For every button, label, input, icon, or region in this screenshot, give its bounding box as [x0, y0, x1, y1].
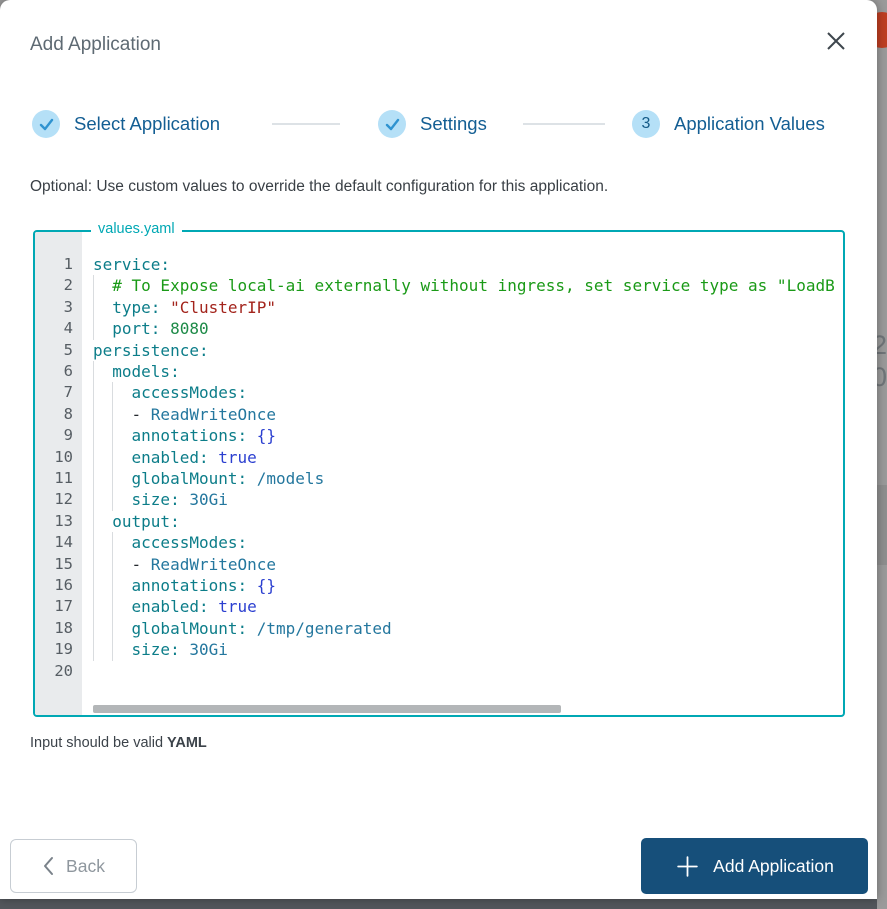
step-label-application-values: Application Values — [674, 113, 825, 135]
indent-guide — [93, 575, 94, 596]
code-line: output: — [82, 511, 843, 532]
step-connector — [523, 123, 605, 125]
line-number: 14 — [35, 532, 82, 553]
indent-guide — [93, 596, 94, 617]
line-number: 20 — [35, 661, 82, 682]
line-number: 10 — [35, 447, 82, 468]
background-footer-strip — [0, 899, 877, 909]
indent-guide — [112, 489, 113, 510]
line-number-gutter: 1234567891011121314151617181920 — [35, 232, 82, 715]
line-number: 7 — [35, 382, 82, 403]
step-indicator-settings — [378, 110, 406, 138]
step-label-settings: Settings — [420, 113, 487, 135]
code-line: accessModes: — [82, 532, 843, 553]
indent-guide — [112, 639, 113, 660]
indent-guide — [93, 618, 94, 639]
code-line: - ReadWriteOnce — [82, 554, 843, 575]
code-line: - ReadWriteOnce — [82, 404, 843, 425]
code-line — [82, 661, 843, 682]
step-indicator-application-values: 3 — [632, 110, 660, 138]
line-number: 2 — [35, 275, 82, 296]
indent-guide — [93, 532, 94, 553]
code-line: # To Expose local-ai externally without … — [82, 275, 843, 296]
background-content-block — [877, 485, 887, 565]
indent-guide — [112, 575, 113, 596]
horizontal-scrollbar[interactable] — [93, 705, 561, 713]
code-line: annotations: {} — [82, 425, 843, 446]
modal-title: Add Application — [30, 34, 161, 56]
code-line: enabled: true — [82, 596, 843, 617]
line-number: 17 — [35, 596, 82, 617]
indent-guide — [93, 404, 94, 425]
step-number: 3 — [642, 115, 651, 133]
code-line: globalMount: /models — [82, 468, 843, 489]
optional-description: Optional: Use custom values to override … — [30, 178, 608, 196]
line-number: 18 — [35, 618, 82, 639]
code-line: type: "ClusterIP" — [82, 297, 843, 318]
add-application-modal: Add Application Select Application Setti… — [0, 0, 877, 899]
code-line: size: 30Gi — [82, 489, 843, 510]
indent-guide — [93, 639, 94, 660]
indent-guide — [112, 447, 113, 468]
indent-guide — [93, 511, 94, 532]
indent-guide — [112, 596, 113, 617]
indent-guide — [112, 404, 113, 425]
indent-guide — [112, 554, 113, 575]
indent-guide — [93, 275, 94, 296]
code-line: enabled: true — [82, 447, 843, 468]
indent-guide — [93, 489, 94, 510]
indent-guide — [93, 554, 94, 575]
indent-guide — [112, 618, 113, 639]
line-number: 16 — [35, 575, 82, 596]
step-indicator-select-application — [32, 110, 60, 138]
code-line: size: 30Gi — [82, 639, 843, 660]
code-line: persistence: — [82, 340, 843, 361]
code-line: accessModes: — [82, 382, 843, 403]
line-number: 11 — [35, 468, 82, 489]
line-number: 6 — [35, 361, 82, 382]
indent-guide — [93, 447, 94, 468]
line-number: 4 — [35, 318, 82, 339]
line-number: 9 — [35, 425, 82, 446]
indent-guide — [112, 425, 113, 446]
check-icon — [385, 118, 400, 131]
line-number: 5 — [35, 340, 82, 361]
code-line: service: — [82, 254, 843, 275]
line-number: 15 — [35, 554, 82, 575]
plus-icon — [675, 854, 700, 879]
indent-guide — [93, 425, 94, 446]
code-editor-area[interactable]: service: # To Expose local-ai externally… — [82, 232, 843, 715]
values-yaml-editor: values.yaml 1234567891011121314151617181… — [33, 230, 845, 717]
close-icon — [825, 30, 847, 52]
add-application-button-label: Add Application — [713, 856, 834, 877]
code-line: models: — [82, 361, 843, 382]
indent-guide — [112, 382, 113, 403]
line-number: 3 — [35, 297, 82, 318]
indent-guide — [93, 468, 94, 489]
back-button[interactable]: Back — [10, 839, 137, 893]
back-button-label: Back — [66, 856, 105, 877]
code-line: annotations: {} — [82, 575, 843, 596]
line-number: 8 — [35, 404, 82, 425]
add-application-button[interactable]: Add Application — [641, 838, 868, 894]
line-number: 12 — [35, 489, 82, 510]
line-number: 13 — [35, 511, 82, 532]
indent-guide — [93, 297, 94, 318]
validation-hint: Input should be valid YAML — [30, 735, 207, 751]
indent-guide — [93, 318, 94, 339]
line-number: 19 — [35, 639, 82, 660]
indent-guide — [93, 361, 94, 382]
step-connector — [272, 123, 340, 125]
indent-guide — [93, 382, 94, 403]
chevron-left-icon — [42, 856, 54, 876]
step-label-select-application: Select Application — [74, 113, 220, 135]
line-number: 1 — [35, 254, 82, 275]
close-button[interactable] — [820, 26, 852, 58]
code-line: port: 8080 — [82, 318, 843, 339]
code-line: globalMount: /tmp/generated — [82, 618, 843, 639]
indent-guide — [112, 468, 113, 489]
check-icon — [39, 118, 54, 131]
indent-guide — [112, 532, 113, 553]
